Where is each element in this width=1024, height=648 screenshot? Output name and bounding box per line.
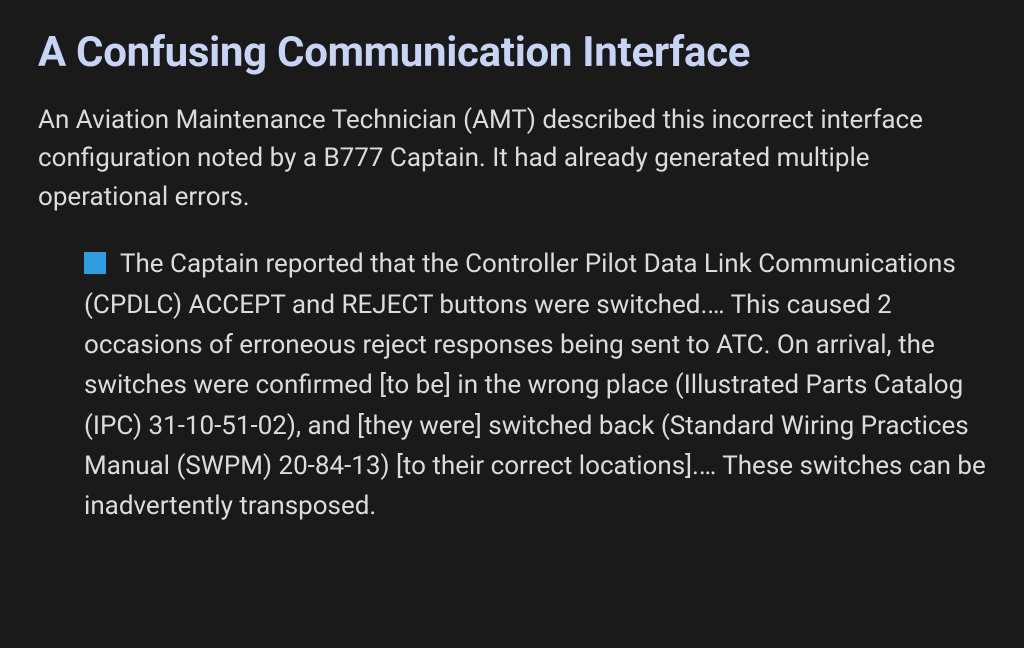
indented-quote-block: The Captain reported that the Controller…: [38, 244, 986, 526]
article-body-text: The Captain reported that the Controller…: [84, 249, 986, 521]
square-bullet-icon: [84, 252, 106, 274]
article-intro-paragraph: An Aviation Maintenance Technician (AMT)…: [38, 101, 986, 216]
article-body-paragraph: The Captain reported that the Controller…: [84, 244, 986, 526]
article-heading: A Confusing Communication Interface: [38, 28, 986, 77]
